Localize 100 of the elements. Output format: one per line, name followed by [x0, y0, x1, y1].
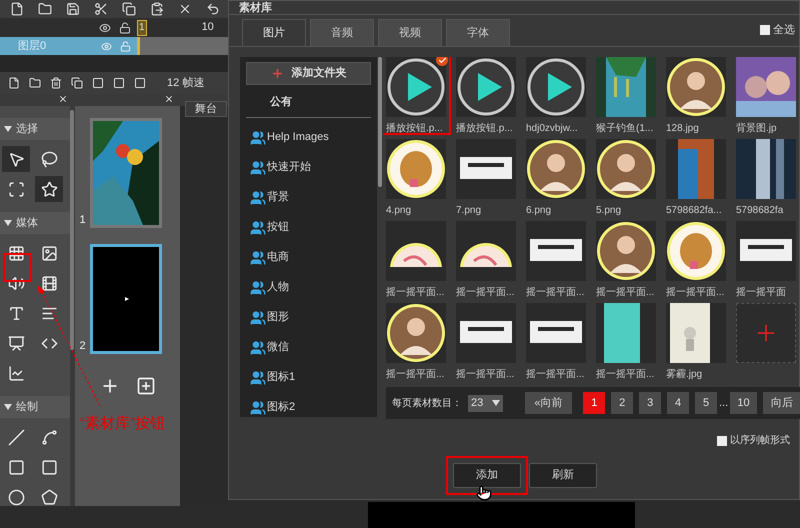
users-icon	[250, 190, 266, 206]
asset-name: 摇一摇平面...	[526, 368, 586, 382]
page-button[interactable]: 5	[695, 392, 717, 414]
asset-name: 摇一摇平面...	[456, 368, 516, 382]
tab[interactable]: 视频	[378, 19, 442, 46]
dialog-button[interactable]: 添加	[453, 463, 521, 488]
undo-icon[interactable]	[206, 2, 220, 16]
play-button-icon	[526, 57, 586, 117]
section-header[interactable]: 绘制	[0, 396, 70, 418]
asset-name: 摇一摇平面...	[386, 368, 446, 382]
tab[interactable]: 音频	[310, 19, 374, 46]
asset-name: 背景图.jp	[736, 122, 778, 136]
previous-button[interactable]: «向前	[524, 392, 572, 414]
checkbox[interactable]	[760, 24, 770, 35]
add-page-icon[interactable]	[136, 376, 156, 396]
checkbox[interactable]	[717, 436, 727, 446]
asset-name: 摇一摇平面...	[596, 286, 656, 300]
checkbox-label: 全选	[773, 22, 795, 38]
asset-name: 5.png	[596, 204, 622, 218]
square-icon[interactable]	[113, 77, 125, 89]
tool-button[interactable]	[2, 146, 30, 172]
trash-icon[interactable]	[50, 77, 62, 89]
page-number: 2	[79, 338, 86, 354]
speaker-icon	[8, 274, 24, 292]
section-header[interactable]: 媒体	[0, 212, 70, 234]
frame-select-icon	[8, 180, 24, 198]
users-icon	[250, 370, 266, 386]
section-header[interactable]: 选择	[0, 118, 70, 140]
folder-item[interactable]: 图标2	[250, 398, 371, 417]
curve-icon	[40, 428, 58, 446]
folder-item[interactable]: 图形	[250, 308, 371, 327]
users-icon	[250, 400, 266, 416]
ellipsis: ...	[718, 396, 728, 411]
asset-name: 摇一摇平面...	[456, 286, 516, 300]
hand-cursor-icon	[476, 485, 492, 501]
square-icon[interactable]	[92, 77, 104, 89]
stage-tab[interactable]: 舞台	[185, 101, 227, 117]
users-icon	[250, 280, 266, 296]
add-folder-button[interactable]: 添加文件夹	[246, 62, 371, 84]
caret-icon	[492, 400, 500, 406]
frame-marker[interactable]: 1	[137, 20, 147, 36]
paste-icon[interactable]	[150, 2, 164, 16]
folder-icon[interactable]	[38, 2, 52, 16]
close-icon[interactable]	[164, 94, 174, 104]
duplicate-icon[interactable]	[71, 77, 83, 89]
play-button-icon	[386, 57, 446, 117]
tab[interactable]: 字体	[446, 19, 510, 46]
folder-item[interactable]: 按钮	[250, 218, 371, 237]
save-icon[interactable]	[66, 2, 80, 16]
dialog-title: 素材库	[239, 2, 272, 14]
folder-heading: 公有	[246, 94, 371, 118]
page-button[interactable]: 10	[730, 392, 757, 414]
scissors-icon[interactable]	[94, 2, 108, 16]
square-icon[interactable]	[134, 77, 146, 89]
next-button[interactable]: 向后	[762, 392, 800, 414]
caret-icon	[4, 404, 12, 410]
star-icon	[40, 180, 58, 198]
tab[interactable]: 图片	[242, 19, 306, 46]
frame-rate: 12 帧速	[167, 76, 204, 91]
folder-item[interactable]: 背景	[250, 188, 371, 207]
lock-icon[interactable]	[119, 22, 131, 34]
close-icon[interactable]	[178, 2, 192, 16]
page-button[interactable]: 4	[667, 392, 690, 414]
folder-item[interactable]: 人物	[250, 278, 371, 297]
close-icon[interactable]	[58, 94, 68, 104]
lasso-icon	[40, 150, 58, 168]
users-icon	[250, 160, 266, 176]
folder-item[interactable]: 微信	[250, 338, 371, 357]
asset-name: 4.png	[386, 204, 412, 218]
scrollbar[interactable]	[378, 57, 382, 187]
highlight-frame	[3, 253, 32, 282]
folder-icon[interactable]	[29, 77, 41, 89]
ruler-label: 10	[202, 20, 214, 36]
folder-item[interactable]: 图标1	[250, 368, 371, 387]
asset-name: 摇一摇平面...	[666, 286, 726, 300]
tool-button[interactable]	[35, 176, 63, 202]
folder-item[interactable]: 电商	[250, 248, 371, 267]
page-icon[interactable]	[8, 77, 20, 89]
eye-icon[interactable]	[99, 22, 111, 34]
plus-icon	[270, 66, 284, 80]
dialog-button[interactable]: 刷新	[529, 463, 597, 488]
per-page-select[interactable]: 23	[468, 394, 503, 412]
page-number: 1	[79, 212, 86, 228]
rounded-square-icon	[40, 458, 58, 476]
page-button[interactable]: 1	[583, 392, 606, 414]
copy-icon[interactable]	[122, 2, 136, 16]
users-icon	[250, 340, 266, 356]
page-button[interactable]: 2	[611, 392, 634, 414]
folder-item[interactable]: 快速开始	[250, 158, 371, 177]
asset-name: 播放按钮.p...	[386, 122, 444, 136]
asset-name: 摇一摇平面...	[526, 286, 586, 300]
pentagon-icon	[40, 488, 58, 506]
page-thumbnail[interactable]	[90, 244, 162, 354]
page-button[interactable]: 3	[639, 392, 662, 414]
scrollbar[interactable]	[70, 110, 74, 350]
text-icon	[8, 304, 24, 322]
page-icon[interactable]	[10, 2, 24, 16]
cursor-icon	[124, 297, 129, 301]
users-icon	[250, 310, 266, 326]
folder-item[interactable]: Help Images	[250, 128, 371, 147]
